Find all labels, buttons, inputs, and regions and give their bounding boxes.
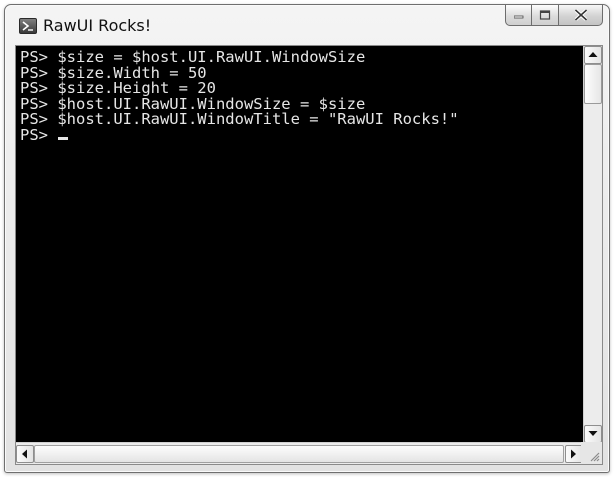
minimize-icon — [513, 15, 523, 19]
arrow-right-icon — [571, 449, 576, 459]
arrow-up-icon — [588, 52, 598, 57]
text-cursor — [58, 136, 68, 140]
scroll-down-button[interactable] — [584, 425, 602, 443]
vertical-scrollbar[interactable] — [583, 46, 602, 443]
arrow-down-icon — [588, 431, 598, 436]
prompt-text: PS> — [20, 125, 48, 144]
console-line: PS> $host.UI.RawUI.WindowTitle = "RawUI … — [20, 110, 459, 129]
minimize-button[interactable] — [505, 5, 532, 26]
powershell-window: RawUI Rocks! PS> $size = $host.UI.RawUI.… — [4, 4, 610, 473]
vertical-scroll-thumb[interactable] — [584, 64, 602, 104]
powershell-prompt-icon[interactable] — [19, 18, 37, 34]
scroll-left-button[interactable] — [16, 445, 34, 463]
maximize-icon — [539, 10, 551, 20]
window-title: RawUI Rocks! — [43, 16, 152, 35]
close-button[interactable] — [559, 5, 603, 26]
maximize-button[interactable] — [532, 5, 559, 26]
resize-grip[interactable] — [581, 442, 602, 464]
console-output[interactable]: PS> $size = $host.UI.RawUI.WindowSize PS… — [16, 46, 583, 443]
close-icon — [574, 9, 587, 21]
scroll-up-button[interactable] — [584, 46, 602, 64]
resize-grip-icon — [590, 452, 600, 462]
arrow-left-icon — [22, 449, 27, 459]
horizontal-scroll-thumb[interactable] — [34, 445, 564, 463]
horizontal-scrollbar[interactable] — [16, 442, 583, 464]
title-bar[interactable]: RawUI Rocks! — [5, 5, 609, 43]
caption-buttons — [505, 5, 603, 27]
prompt-line[interactable]: PS> — [20, 125, 583, 144]
console-frame: PS> $size = $host.UI.RawUI.WindowSize PS… — [15, 45, 603, 465]
